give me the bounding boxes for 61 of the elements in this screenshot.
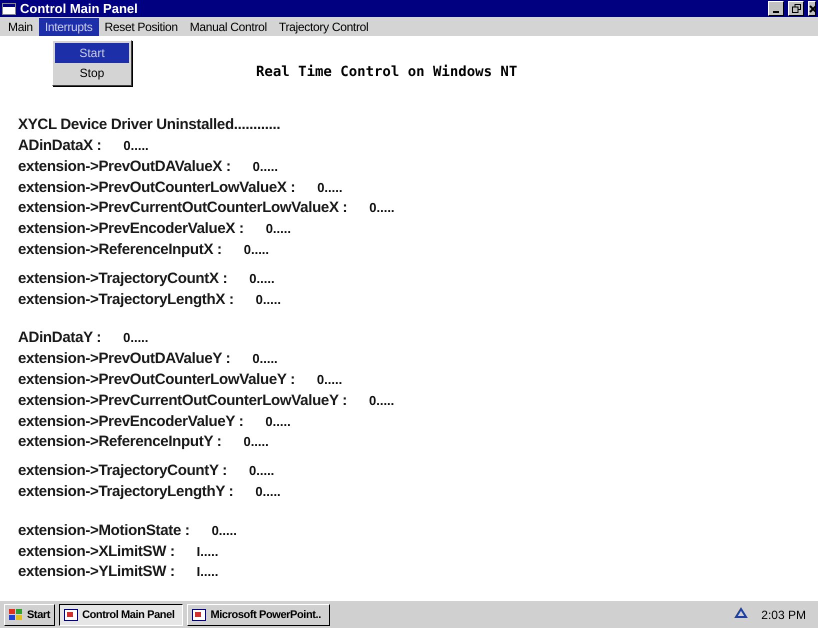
field-label: extension->PrevEncoderValueY : (18, 412, 244, 430)
field-value: 0..... (243, 434, 269, 450)
window-icon (64, 608, 78, 621)
field-label: ADinDataY : (18, 329, 102, 346)
field-label: extension->PrevCurrentOutCounterLowValueX : (18, 199, 348, 216)
restore-button[interactable] (788, 1, 804, 16)
close-icon (809, 4, 815, 13)
field-label: ADinDataX : (18, 137, 102, 154)
start-button[interactable]: Start (4, 604, 56, 626)
menu-item[interactable]: Main (2, 18, 39, 36)
field-label: extension->TrajectoryLengthY : (18, 482, 234, 500)
heading: Real Time Control on Windows NT (256, 64, 518, 80)
field-value: 0..... (265, 414, 291, 429)
menu-item[interactable]: Interrupts (38, 18, 99, 36)
field-label: extension->PrevCurrentOutCounterLowValueY : (18, 392, 347, 409)
field-value: 0..... (249, 270, 275, 286)
field-label: extension->TrajectoryCountX : (18, 270, 228, 287)
field-label: XYCL Device Driver Uninstalled............ (18, 116, 280, 134)
minimize-icon (773, 10, 779, 13)
field-value: 0..... (316, 372, 342, 387)
field-value: 0..... (123, 138, 149, 153)
field-value: 0..... (317, 180, 342, 195)
field-value: 0..... (212, 522, 237, 538)
minimize-button[interactable] (768, 1, 784, 16)
close-button[interactable] (808, 1, 816, 16)
field-value: 0..... (369, 200, 395, 216)
windows-flag-icon (9, 608, 23, 621)
field-label: extension->TrajectoryCountY : (18, 462, 227, 480)
field-label: extension->PrevOutCounterLowValueX : (18, 178, 296, 196)
field-value: 0..... (266, 221, 291, 236)
field-value: 0..... (368, 392, 394, 408)
restore-icon (792, 4, 800, 14)
field-value: 0..... (256, 292, 281, 307)
field-value: I..... (196, 564, 218, 580)
field-value: I..... (196, 544, 218, 559)
field-label: extension->PrevOutDAValueX : (18, 158, 231, 175)
menu-item[interactable]: Reset Position (98, 18, 184, 36)
field-label: extension->PrevEncoderValueX : (18, 220, 244, 238)
menu-item[interactable]: Trajectory Control (272, 18, 374, 36)
field-value: 0..... (252, 158, 278, 174)
field-label: extension->MotionState : (18, 522, 190, 539)
field-label: extension->ReferenceInputX : (18, 240, 222, 258)
taskbar-button[interactable]: Microsoft PowerPoint.. (187, 604, 330, 626)
field-label: extension->PrevOutDAValueY : (18, 350, 230, 368)
field-label: extension->TrajectoryLengthX : (18, 290, 234, 308)
field-value: 0..... (255, 484, 281, 499)
field-value: 0..... (249, 463, 274, 478)
field-label: extension->PrevOutCounterLowValueY : (18, 370, 295, 388)
menu-option[interactable]: Stop (55, 63, 129, 83)
menu-option[interactable]: Start (55, 43, 129, 63)
menu-item[interactable]: Manual Control (184, 18, 273, 36)
clock: 2:03 PM (761, 608, 806, 622)
taskbar-button[interactable]: Control Main Panel (59, 604, 184, 626)
field-label: extension->ReferenceInputY : (18, 433, 222, 450)
window-icon (192, 608, 206, 621)
field-value: 0..... (252, 351, 278, 366)
field-label: extension->YLimitSW : (18, 563, 175, 580)
field-label: extension->XLimitSW : (18, 542, 175, 560)
field-value: 0..... (123, 330, 148, 346)
window-title: Control Main Panel (20, 1, 139, 16)
field-value: 0..... (244, 242, 270, 257)
